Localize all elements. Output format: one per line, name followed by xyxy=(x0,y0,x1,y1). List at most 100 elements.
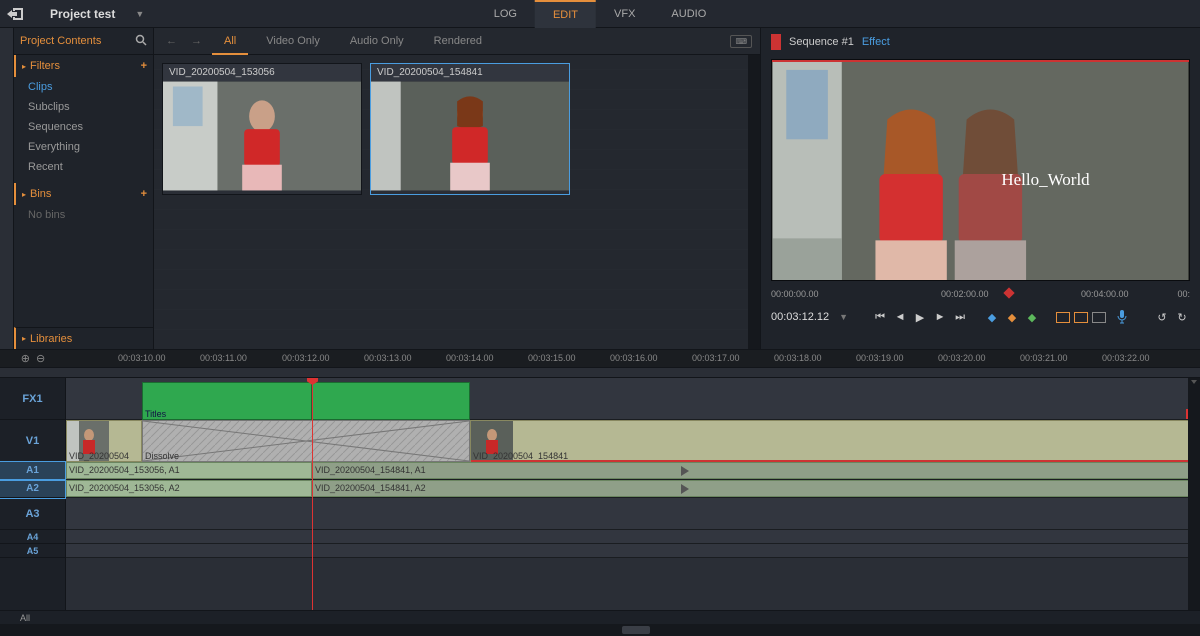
timeline-vscroll[interactable] xyxy=(1188,378,1200,610)
strip-time: 00:04:00.00 xyxy=(1081,289,1129,299)
track-fx1[interactable]: Titles xyxy=(66,378,1200,420)
track-header-v1[interactable]: V1 xyxy=(0,420,65,462)
goto-start-icon[interactable]: ⏮ xyxy=(872,309,888,325)
playhead[interactable] xyxy=(312,378,313,610)
track-a5[interactable] xyxy=(66,544,1200,558)
track-a4[interactable] xyxy=(66,530,1200,544)
add-bin-icon[interactable]: + xyxy=(141,188,147,200)
fx-clip-titles-1[interactable]: Titles xyxy=(142,382,312,420)
viewer-timeline-strip[interactable]: 00:00:00.00 00:02:00.00 00:04:00.00 00: xyxy=(771,285,1190,303)
browser-tab-all[interactable]: All xyxy=(212,28,248,55)
hscroll-thumb[interactable] xyxy=(622,626,650,634)
tab-edit[interactable]: EDIT xyxy=(535,0,596,28)
step-fwd-icon[interactable]: ► xyxy=(932,309,948,325)
mark-cue-icon[interactable]: ◆ xyxy=(1004,309,1020,325)
v1-clip-2[interactable]: VID_20200504_154841 59 xyxy=(470,420,1200,462)
tracks-area: FX1 V1 A1 A2 A3 A4 A5 Titles xyxy=(0,378,1200,610)
thumbnail-image-icon xyxy=(371,81,569,191)
track-header-fx1[interactable]: FX1 xyxy=(0,378,65,420)
scroll-up-icon[interactable] xyxy=(1191,380,1197,386)
exit-button[interactable] xyxy=(0,0,30,28)
track-a3[interactable] xyxy=(66,498,1200,530)
track-all-row[interactable]: All xyxy=(0,610,1200,624)
a1-clip-1[interactable]: VID_20200504_153056, A1 xyxy=(66,462,312,479)
sequence-flag-icon xyxy=(771,34,781,50)
track-header-a4[interactable]: A4 xyxy=(0,530,65,544)
zoom-out-icon[interactable]: ⊖ xyxy=(36,352,45,365)
timeline-hscroll[interactable] xyxy=(0,624,1200,636)
libraries-header[interactable]: ▸Libraries xyxy=(14,327,153,349)
left-collapsed-strip[interactable] xyxy=(0,28,14,349)
track-header-a5[interactable]: A5 xyxy=(0,544,65,558)
viewer-panel: Sequence #1 Effect xyxy=(760,28,1200,349)
a1-clip-2[interactable]: VID_20200504_154841, A1 xyxy=(312,462,1200,479)
loop-range-icon[interactable]: ↻ xyxy=(1174,309,1190,325)
browser-tab-video[interactable]: Video Only xyxy=(254,35,332,47)
track-header-a1[interactable]: A1 xyxy=(0,462,65,480)
clip-name: VID_20200504_153056 xyxy=(163,64,361,81)
viewer-title-overlay: Hello_World xyxy=(1001,170,1089,190)
clip-card-2[interactable]: VID_20200504_154841 xyxy=(370,63,570,195)
mic-icon[interactable] xyxy=(1114,309,1130,325)
ruler-ticks: 00:03:10.00 00:03:11.00 00:03:12.00 00:0… xyxy=(66,350,1200,367)
filter-clips[interactable]: Clips xyxy=(14,77,153,97)
filter-recent[interactable]: Recent xyxy=(14,157,153,177)
loop-controls: ↺ ↻ xyxy=(1154,309,1190,325)
project-dropdown[interactable]: ▼ xyxy=(135,9,144,19)
project-contents-header: Project Contents xyxy=(14,28,153,55)
v1-dissolve[interactable]: Dissolve xyxy=(142,420,470,462)
a2-clip-2[interactable]: VID_20200504_154841, A2 xyxy=(312,480,1200,497)
tab-vfx[interactable]: VFX xyxy=(596,0,653,28)
clip-card-1[interactable]: VID_20200504_153056 xyxy=(162,63,362,195)
replace-icon[interactable] xyxy=(1092,312,1106,323)
sequence-effect-link[interactable]: Effect xyxy=(862,36,890,48)
overwrite-icon[interactable] xyxy=(1074,312,1088,323)
transport-controls: ⏮ ◄ ▶ ► ⏭ ◆ ◆ ◆ xyxy=(872,309,1130,325)
filters-header[interactable]: ▸Filters + xyxy=(14,55,153,77)
strip-time: 00: xyxy=(1177,289,1190,299)
filter-sequences[interactable]: Sequences xyxy=(14,117,153,137)
add-filter-icon[interactable]: + xyxy=(141,60,147,72)
mark-in-icon[interactable]: ◆ xyxy=(984,309,1000,325)
main-tabs: LOG EDIT VFX AUDIO xyxy=(476,0,725,28)
filter-subclips[interactable]: Subclips xyxy=(14,97,153,117)
track-header-a3[interactable]: A3 xyxy=(0,498,65,530)
insert-icon[interactable] xyxy=(1056,312,1070,323)
mark-out-icon[interactable]: ◆ xyxy=(1024,309,1040,325)
zoom-in-icon[interactable]: ⊕ xyxy=(21,352,30,365)
browser-tabs: ← → All Video Only Audio Only Rendered ⌨ xyxy=(154,28,760,55)
sequence-name: Sequence #1 xyxy=(789,36,854,48)
timeline-ruler[interactable]: ⊕ ⊖ 00:03:10.00 00:03:11.00 00:03:12.00 … xyxy=(0,350,1200,368)
viewer[interactable]: Hello_World xyxy=(771,59,1190,281)
tab-log[interactable]: LOG xyxy=(476,0,535,28)
fx-clip-titles-2[interactable] xyxy=(312,382,470,420)
v1-clip-1[interactable]: VID_20200504 xyxy=(66,420,142,462)
play-icon[interactable]: ▶ xyxy=(912,309,928,325)
strip-time: 00:00:00.00 xyxy=(771,289,819,299)
tracks[interactable]: Titles VID_20200504 Dissolve xyxy=(66,378,1200,610)
browser-vscroll[interactable] xyxy=(748,55,760,349)
strip-playhead-icon[interactable] xyxy=(1003,287,1014,298)
keyboard-icon[interactable]: ⌨ xyxy=(730,35,752,48)
ruler-gap xyxy=(0,368,1200,378)
browser-tab-audio[interactable]: Audio Only xyxy=(338,35,416,47)
viewer-top-marker xyxy=(772,60,1189,62)
track-v1[interactable]: VID_20200504 Dissolve VID_20200504_15484… xyxy=(66,420,1200,462)
clip-thumbnail xyxy=(371,81,569,191)
track-a1[interactable]: VID_20200504_153056, A1 VID_20200504_154… xyxy=(66,462,1200,480)
nav-fwd-icon[interactable]: → xyxy=(187,35,206,47)
step-back-icon[interactable]: ◄ xyxy=(892,309,908,325)
tab-audio[interactable]: AUDIO xyxy=(653,0,724,28)
a2-clip-1[interactable]: VID_20200504_153056, A2 xyxy=(66,480,312,497)
track-a2[interactable]: VID_20200504_153056, A2 VID_20200504_154… xyxy=(66,480,1200,498)
goto-end-icon[interactable]: ⏭ xyxy=(952,309,968,325)
bins-header[interactable]: ▸Bins + xyxy=(14,183,153,205)
track-header-a2[interactable]: A2 xyxy=(0,480,65,498)
browser-tab-rendered[interactable]: Rendered xyxy=(422,35,494,47)
clips-area[interactable]: VID_20200504_153056 VID_20200504_154841 xyxy=(154,55,760,349)
timecode-dropdown[interactable]: ▼ xyxy=(839,312,848,322)
nav-back-icon[interactable]: ← xyxy=(162,35,181,47)
filter-everything[interactable]: Everything xyxy=(14,137,153,157)
search-icon[interactable] xyxy=(135,34,147,49)
loop-icon[interactable]: ↺ xyxy=(1154,309,1170,325)
